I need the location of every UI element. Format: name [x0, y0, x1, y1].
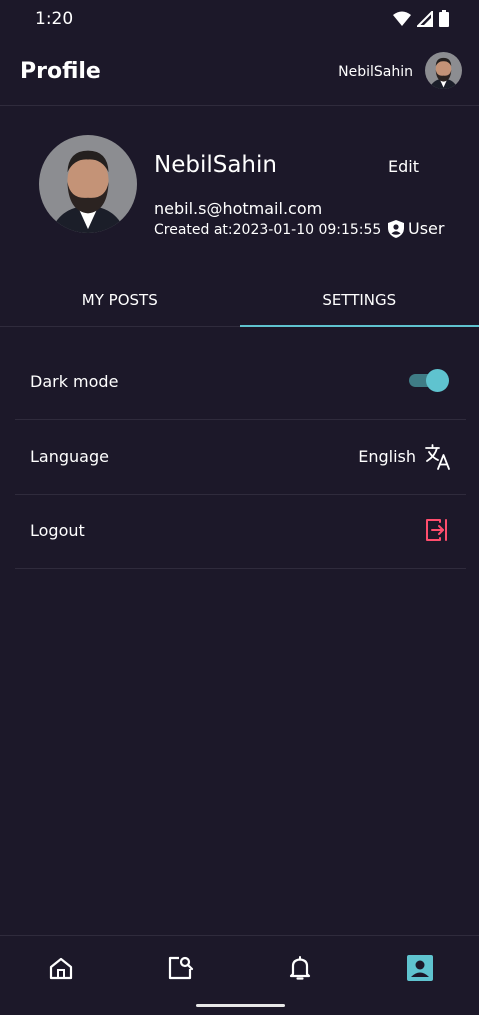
app-bar-username: NebilSahin: [338, 64, 413, 80]
toggle-knob: [426, 369, 449, 392]
logout-label: Logout: [30, 521, 85, 540]
translate-icon[interactable]: [425, 444, 451, 470]
avatar[interactable]: [425, 52, 462, 89]
page-title: Profile: [20, 59, 101, 84]
status-time: 1:20: [35, 9, 73, 29]
home-icon[interactable]: [47, 954, 75, 982]
language-value: English: [358, 447, 416, 466]
profile-name: NebilSahin: [154, 152, 277, 178]
logout-icon[interactable]: [425, 518, 449, 542]
dark-mode-label: Dark mode: [30, 372, 118, 391]
profile-header: NebilSahin Edit nebil.s@hotmail.com Crea…: [0, 135, 479, 245]
bell-icon[interactable]: [286, 954, 314, 982]
edit-button[interactable]: Edit: [388, 157, 419, 176]
wifi-icon: [393, 11, 411, 27]
setting-dark-mode[interactable]: Dark mode: [15, 345, 466, 420]
account-box-icon[interactable]: [406, 954, 434, 982]
signal-icon: [417, 11, 433, 27]
search-post-icon[interactable]: [166, 954, 194, 982]
profile-email: nebil.s@hotmail.com: [154, 199, 322, 218]
setting-language[interactable]: Language English: [15, 420, 466, 495]
status-bar: 1:20: [0, 0, 479, 40]
battery-icon: [439, 10, 449, 27]
tab-settings[interactable]: SETTINGS: [240, 272, 479, 326]
dark-mode-toggle[interactable]: [409, 369, 447, 391]
profile-avatar: [39, 135, 137, 233]
profile-created: Created at:2023-01-10 09:15:55: [154, 222, 381, 238]
setting-logout[interactable]: Logout: [15, 494, 466, 569]
role-badge: User: [388, 219, 444, 238]
language-label: Language: [30, 447, 109, 466]
profile-tabs: MY POSTS SETTINGS: [0, 272, 479, 327]
bottom-nav: [0, 935, 479, 1015]
role-label: User: [408, 219, 444, 238]
status-icons: [393, 10, 449, 27]
gesture-bar: [196, 1004, 285, 1007]
app-bar: Profile NebilSahin: [0, 40, 479, 106]
tab-my-posts[interactable]: MY POSTS: [0, 272, 240, 326]
shield-user-icon: [388, 220, 404, 238]
